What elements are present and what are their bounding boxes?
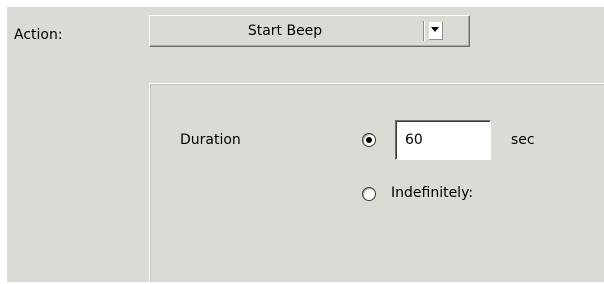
duration-label: Duration xyxy=(180,132,241,148)
duration-input[interactable] xyxy=(395,120,491,160)
action-dropdown[interactable]: Start Beep xyxy=(149,15,470,47)
dropdown-separator xyxy=(423,21,424,41)
action-dropdown-value: Start Beep xyxy=(247,23,323,39)
duration-unit-label: sec xyxy=(511,132,535,148)
radio-selected-dot xyxy=(366,137,372,143)
chevron-down-icon[interactable] xyxy=(429,22,443,40)
duration-group xyxy=(149,83,604,282)
indefinitely-label: Indefinitely: xyxy=(391,185,474,201)
action-label: Action: xyxy=(14,27,63,43)
duration-radio[interactable] xyxy=(362,133,376,147)
indefinitely-radio[interactable] xyxy=(362,187,376,201)
